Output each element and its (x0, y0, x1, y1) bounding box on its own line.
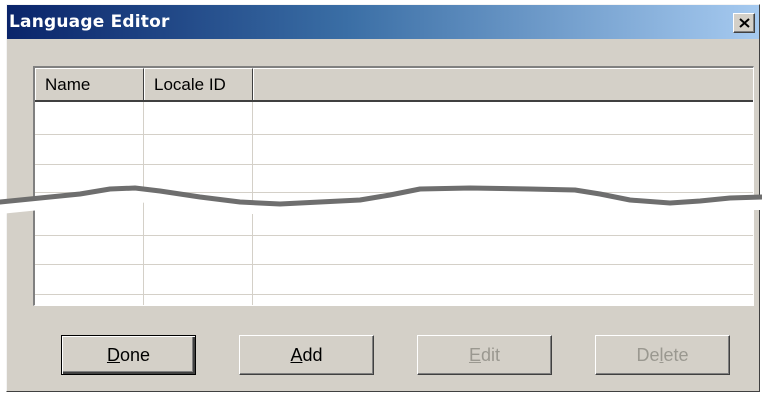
edit-label: dit (481, 345, 501, 365)
edit-button[interactable]: Edit (417, 335, 552, 375)
language-editor-dialog: Language Editor Name Locale ID Done Add … (6, 4, 760, 392)
add-label: dd (302, 345, 323, 365)
window-title: Language Editor (9, 12, 170, 32)
grid-column-line (143, 102, 144, 305)
column-header-blank[interactable] (253, 68, 753, 100)
title-bar: Language Editor (7, 5, 759, 39)
language-list[interactable]: Name Locale ID (33, 66, 754, 306)
column-header-locale-id[interactable]: Locale ID (144, 68, 253, 100)
edit-accelerator: E (468, 345, 481, 365)
delete-button[interactable]: Delete (595, 335, 730, 375)
done-button[interactable]: Done (61, 335, 196, 375)
delete-label-prefix: De (636, 345, 660, 365)
grid-column-line (252, 102, 253, 305)
add-button[interactable]: Add (239, 335, 374, 375)
done-label: one (119, 345, 151, 365)
add-accelerator: A (290, 345, 303, 365)
column-header-name[interactable]: Name (35, 68, 144, 100)
done-accelerator: D (106, 345, 120, 365)
list-header: Name Locale ID (35, 68, 753, 102)
close-icon (739, 18, 750, 28)
delete-label-suffix: ete (663, 345, 689, 365)
close-button[interactable] (733, 13, 755, 33)
